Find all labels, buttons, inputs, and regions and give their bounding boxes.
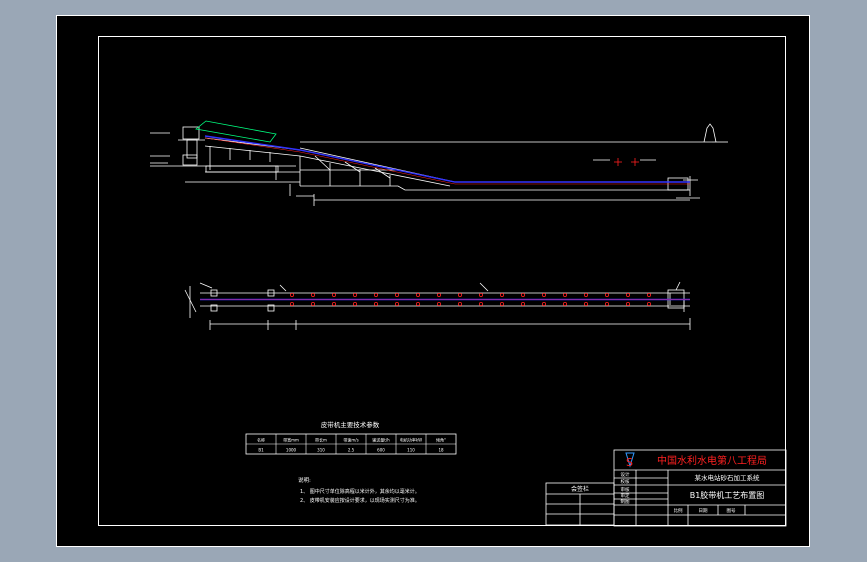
company-logo: S	[625, 452, 635, 469]
table-value-cell: 110	[407, 448, 415, 453]
table-header-cell: 倾角°	[436, 437, 446, 443]
parameter-table: 皮带机主要技术参数 名称 带宽mm 带长m 带速m/s 输送量t/h 电机功率kW 倾角° B…	[245, 420, 457, 455]
idler-marker	[352, 292, 357, 297]
idler-marker	[605, 292, 610, 297]
table-value-cell: 18	[438, 448, 444, 453]
drive-head-outline	[195, 120, 277, 143]
cad-drawing: 皮带机主要技术参数 名称 带宽mm 带长m 带速m/s 输送量t/h 电机功率kW 倾角° B…	[150, 120, 787, 527]
note-line-2: 2、 皮带机安装应按设计要求，以现场实测尺寸为准。	[300, 497, 420, 504]
elevation-belt-line	[204, 135, 690, 183]
elevation-end-marker	[703, 123, 717, 143]
role-1: 设计	[621, 471, 630, 478]
idler-marker	[289, 292, 294, 297]
role-2: 校核	[621, 478, 630, 485]
table-value-cell: 600	[377, 448, 385, 453]
table-value-cell: 2.5	[348, 448, 355, 453]
idler-marker	[605, 301, 610, 306]
countersign-label: 会签栏	[571, 485, 589, 493]
table-header-cell: 输送量t/h	[372, 437, 390, 443]
idler-marker	[542, 301, 547, 306]
idler-marker	[394, 301, 399, 306]
idler-marker	[499, 301, 504, 306]
idler-marker	[373, 292, 378, 297]
idler-marker	[394, 292, 399, 297]
role-5: 制图	[621, 498, 630, 505]
idler-marker	[415, 301, 420, 306]
table-header-cell: 名称	[257, 437, 265, 443]
table-header-cell: 电机功率kW	[400, 437, 422, 443]
idler-marker	[626, 292, 631, 297]
role-3: 审核	[621, 486, 630, 493]
idler-marker	[352, 301, 357, 306]
table-value-cell: 1000	[286, 448, 297, 453]
table-value-cell: 310	[317, 448, 325, 453]
idler-marker	[373, 301, 378, 306]
note-line-1: 1、 图中尺寸单位除高程以米计外，其余均以毫米计。	[300, 488, 420, 495]
table-title: 皮带机主要技术参数	[321, 420, 380, 429]
idler-marker	[499, 292, 504, 297]
table-value-cell: B1	[258, 448, 264, 453]
table-header-cell: 带宽mm	[283, 437, 299, 443]
idler-marker	[436, 301, 441, 306]
idler-marker	[310, 292, 315, 297]
notes-block: 说明: 1、 图中尺寸单位除高程以米计外，其余均以毫米计。 2、 皮带机安装应按…	[298, 476, 420, 504]
date-label: 日期	[699, 508, 708, 514]
drawing-number-label: 图号	[727, 508, 736, 514]
idler-marker	[310, 301, 315, 306]
table-header-cell: 带速m/s	[343, 437, 358, 443]
notes-title: 说明:	[298, 476, 311, 484]
drawing-title: B1胶带机工艺布置图	[690, 490, 765, 500]
idler-marker	[478, 292, 483, 297]
idler-marker	[289, 301, 294, 306]
idler-marker	[542, 292, 547, 297]
idler-marker	[457, 301, 462, 306]
idler-marker	[415, 292, 420, 297]
idler-marker	[331, 301, 336, 306]
role-4: 审定	[621, 492, 630, 499]
idler-marker	[647, 301, 652, 306]
idler-marker	[647, 292, 652, 297]
idler-marker	[521, 301, 526, 306]
idler-marker	[521, 292, 526, 297]
idler-marker	[436, 292, 441, 297]
idler-marker	[331, 292, 336, 297]
idler-marker	[584, 292, 589, 297]
company-name: 中国水利水电第八工程局	[657, 454, 767, 467]
svg-text:S: S	[626, 456, 633, 469]
project-name: 某水电站砂石加工系统	[695, 473, 761, 482]
plan-view	[184, 281, 691, 330]
table-header-cell: 带长m	[315, 437, 327, 443]
idler-marker	[457, 292, 462, 297]
idler-marker	[478, 301, 483, 306]
idler-marker	[584, 301, 589, 306]
scale-label: 比例	[674, 507, 683, 514]
elevation-markers	[614, 158, 639, 166]
idler-marker	[563, 301, 568, 306]
idler-marker	[563, 292, 568, 297]
idler-marker	[626, 301, 631, 306]
